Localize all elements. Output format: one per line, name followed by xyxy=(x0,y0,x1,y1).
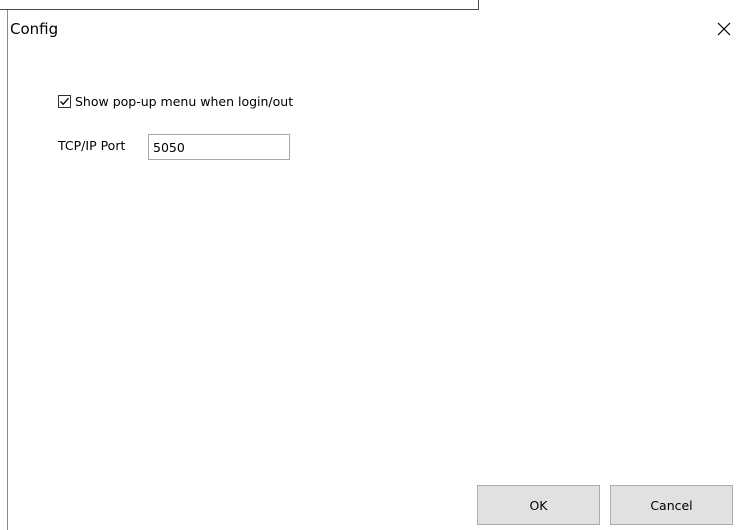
close-button[interactable] xyxy=(713,18,735,40)
background-window-edge xyxy=(0,0,479,10)
config-dialog: Config Show pop-up menu when login/out T… xyxy=(0,0,739,530)
close-icon xyxy=(717,22,731,36)
show-popup-checkbox[interactable] xyxy=(58,95,71,108)
dialog-title: Config xyxy=(10,20,59,38)
cancel-button[interactable]: Cancel xyxy=(610,485,733,525)
show-popup-label[interactable]: Show pop-up menu when login/out xyxy=(75,94,293,109)
tcp-port-input[interactable] xyxy=(148,134,290,160)
dialog-left-border xyxy=(7,10,8,530)
checkmark-icon xyxy=(60,97,69,106)
show-popup-option[interactable]: Show pop-up menu when login/out xyxy=(58,94,293,109)
tcp-port-label: TCP/IP Port xyxy=(58,138,126,153)
ok-button[interactable]: OK xyxy=(477,485,600,525)
